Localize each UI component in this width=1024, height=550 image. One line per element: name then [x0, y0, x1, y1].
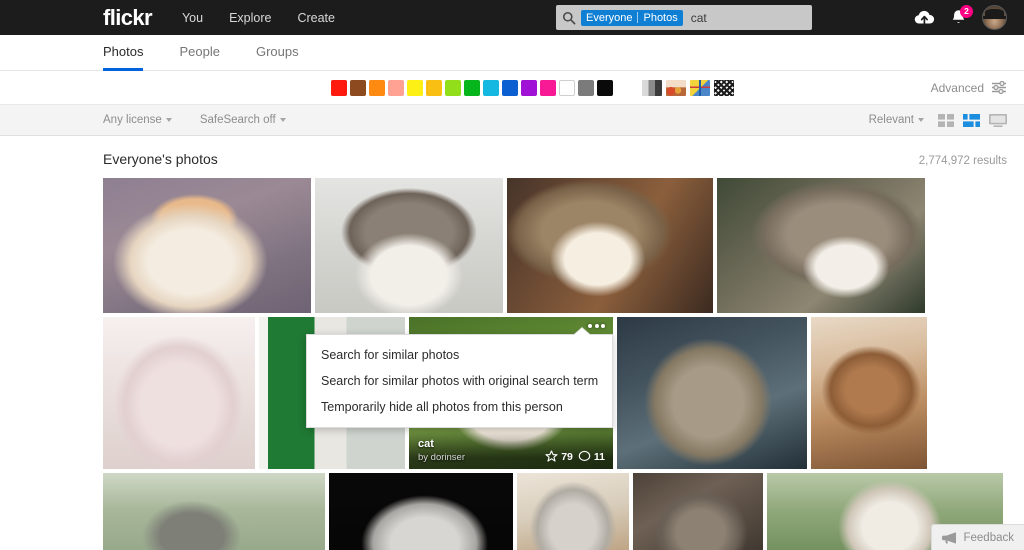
- results-count: 2,774,972 results: [918, 155, 1007, 167]
- photo-thumbnail[interactable]: [507, 178, 713, 313]
- megaphone-icon: [942, 532, 957, 544]
- photo-faves[interactable]: 79: [545, 450, 573, 463]
- photo-thumbnail[interactable]: [633, 473, 763, 550]
- search-input[interactable]: [690, 10, 846, 25]
- color-swatch-group: [291, 79, 734, 96]
- photo-thumbnail[interactable]: [315, 178, 503, 313]
- tab-groups[interactable]: Groups: [256, 44, 299, 71]
- photo-caption-overlay: cat by dorinser 79 11: [409, 432, 613, 469]
- photo-thumbnail[interactable]: [517, 473, 629, 550]
- color-swatch-magenta[interactable]: [539, 79, 556, 96]
- nav-link-you[interactable]: You: [182, 11, 203, 25]
- sort-label: Relevant: [868, 114, 914, 126]
- search-icon: [562, 11, 576, 24]
- safesearch-filter-label: SafeSearch off: [199, 114, 276, 126]
- nav-link-explore[interactable]: Explore: [229, 11, 271, 25]
- color-swatch-black[interactable]: [596, 79, 613, 96]
- license-filter-label: Any license: [103, 114, 162, 126]
- flickr-logo[interactable]: flickr: [103, 6, 153, 29]
- color-swatch-salmon[interactable]: [387, 79, 404, 96]
- color-filter-row: Advanced: [0, 71, 1024, 105]
- view-mode-grid-icon[interactable]: [938, 113, 954, 127]
- color-swatch-white[interactable]: [558, 79, 575, 96]
- style-swatch-minimalist-texture[interactable]: [713, 79, 734, 96]
- photo-comments[interactable]: 11: [578, 450, 605, 463]
- chevron-down-icon: [918, 118, 924, 122]
- style-swatch-black-and-white[interactable]: [641, 79, 662, 96]
- search-type-pill-photos[interactable]: Photos: [638, 10, 682, 26]
- search-results-content: Everyone's photos 2,774,972 results cat b…: [0, 136, 1024, 550]
- color-swatch-orange[interactable]: [368, 79, 385, 96]
- search-scope-pills: Everyone Photos: [581, 9, 683, 26]
- faves-count: 79: [561, 450, 573, 463]
- color-swatch-green[interactable]: [463, 79, 480, 96]
- view-mode-justified-icon[interactable]: [963, 113, 980, 127]
- search-bar[interactable]: Everyone Photos: [556, 5, 846, 30]
- context-menu-item-0[interactable]: Search for similar photos: [307, 342, 612, 368]
- advanced-label: Advanced: [930, 80, 984, 95]
- comments-count: 11: [593, 450, 605, 463]
- photo-thumbnail[interactable]: [103, 473, 325, 550]
- feedback-label: Feedback: [963, 531, 1014, 544]
- color-swatch-gold[interactable]: [425, 79, 442, 96]
- advanced-search-button[interactable]: Advanced: [931, 81, 1007, 95]
- comment-icon: [578, 450, 591, 461]
- photo-row: [103, 473, 1007, 550]
- photo-thumbnail[interactable]: [329, 473, 513, 550]
- upload-cloud-icon[interactable]: [914, 10, 935, 26]
- photo-thumbnail[interactable]: [103, 317, 255, 469]
- photo-thumbnail[interactable]: [811, 317, 927, 469]
- photo-thumbnail[interactable]: [103, 178, 311, 313]
- search-scope-pill-everyone[interactable]: Everyone: [581, 10, 637, 26]
- photo-meta: cat by dorinser: [418, 438, 465, 463]
- color-swatch-yellow[interactable]: [406, 79, 423, 96]
- sort-dropdown[interactable]: Relevant: [869, 114, 924, 126]
- color-swatch-blue[interactable]: [501, 79, 518, 96]
- filter-bar-right: Relevant: [869, 113, 1007, 127]
- feedback-button[interactable]: Feedback: [931, 524, 1024, 550]
- color-swatch-cyan[interactable]: [482, 79, 499, 96]
- style-swatch-pattern[interactable]: [689, 79, 710, 96]
- filter-bar: Any license SafeSearch off Relevant: [0, 105, 1024, 136]
- tab-photos[interactable]: Photos: [103, 44, 144, 71]
- license-filter-dropdown[interactable]: Any license: [103, 114, 172, 126]
- chevron-down-icon: [165, 118, 172, 122]
- color-swatch-lime[interactable]: [444, 79, 461, 96]
- notification-count-badge: 2: [960, 5, 973, 18]
- view-mode-slideshow-icon[interactable]: [989, 113, 1007, 127]
- search-tabs: Photos People Groups: [0, 35, 1024, 71]
- color-swatch-gray[interactable]: [577, 79, 594, 96]
- top-navigation-bar: flickr You Explore Create Everyone Photo…: [0, 0, 1024, 35]
- results-header: Everyone's photos 2,774,972 results: [103, 136, 1007, 178]
- color-swatch-brown[interactable]: [349, 79, 366, 96]
- tab-people[interactable]: People: [179, 44, 219, 71]
- notifications-bell-icon[interactable]: 2: [951, 5, 973, 26]
- context-menu-item-1[interactable]: Search for similar photos with original …: [307, 368, 612, 394]
- photo-stats: 79 11: [545, 450, 605, 463]
- view-mode-group: [938, 113, 1007, 127]
- nav-icon-group: 2: [914, 0, 1007, 35]
- results-title: Everyone's photos: [103, 151, 218, 167]
- sliders-icon: [992, 81, 1006, 94]
- color-swatch-purple[interactable]: [520, 79, 537, 96]
- photo-row: [103, 178, 1007, 313]
- user-avatar[interactable]: [982, 5, 1007, 30]
- photo-thumbnail[interactable]: [717, 178, 925, 313]
- photo-author: by dorinser: [418, 452, 465, 463]
- nav-link-create[interactable]: Create: [297, 11, 335, 25]
- safesearch-filter-dropdown[interactable]: SafeSearch off: [200, 114, 286, 126]
- photo-thumbnail[interactable]: [617, 317, 807, 469]
- style-swatch-shallow-depth-of-field[interactable]: [665, 79, 686, 96]
- star-icon: [545, 450, 558, 462]
- photo-title: cat: [418, 438, 434, 451]
- more-options-icon[interactable]: [588, 324, 605, 328]
- style-swatch-group: [641, 79, 734, 96]
- color-swatch-red[interactable]: [330, 79, 347, 96]
- primary-nav-links: You Explore Create: [182, 11, 335, 25]
- photo-context-menu: Search for similar photos Search for simi…: [306, 334, 614, 428]
- context-menu-item-2[interactable]: Temporarily hide all photos from this pe…: [307, 394, 612, 420]
- chevron-down-icon: [279, 118, 286, 122]
